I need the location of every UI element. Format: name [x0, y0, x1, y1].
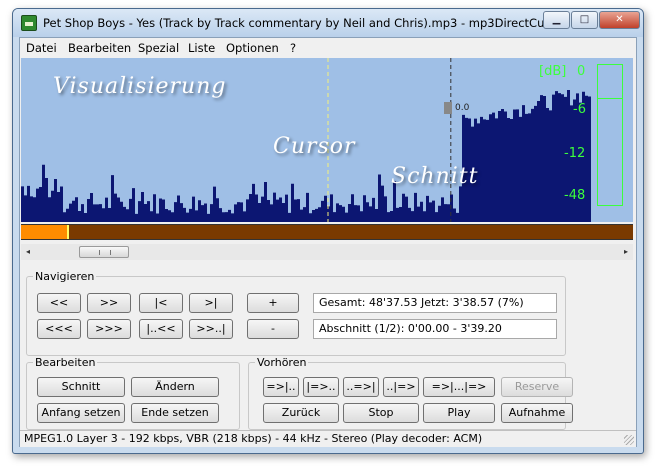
back-button[interactable]: Zurück: [263, 403, 339, 423]
seek-back-fast-button[interactable]: <<<: [37, 319, 81, 339]
db-tick-0: 0: [577, 64, 586, 79]
position-progress-bar[interactable]: [21, 224, 633, 240]
navigate-group-title: Navigieren: [33, 270, 97, 283]
cut-marker-icon[interactable]: [444, 102, 452, 114]
section-time-display: Abschnitt (1/2): 0'00.00 - 3'39.20: [313, 319, 557, 339]
cut-button[interactable]: Schnitt: [37, 377, 125, 397]
play-to-start-button[interactable]: =>|..: [263, 377, 299, 397]
play-from-end-button[interactable]: ..|=>: [383, 377, 419, 397]
cut-marker-value: 0.0: [455, 103, 470, 113]
set-start-button[interactable]: Anfang setzen: [37, 403, 125, 423]
edit-group: Bearbeiten Schnitt Ändern Anfang setzen …: [26, 356, 240, 430]
title-bar[interactable]: Pet Shop Boys - Yes (Track by Track comm…: [13, 9, 643, 37]
db-tick-6: -6: [573, 102, 586, 117]
menu-edit[interactable]: Bearbeiten: [68, 41, 131, 55]
go-section-end-button[interactable]: >>..|: [189, 319, 233, 339]
maximize-button[interactable]: □: [571, 11, 598, 29]
edit-group-title: Bearbeiten: [33, 356, 98, 369]
waveform-visualizer[interactable]: 0.0 Visualisierung Cursor Schnitt [dB] 0…: [21, 58, 633, 222]
prelisten-group: Vorhören =>|.. |=>.. ..=>| ..|=> =>|...|…: [248, 356, 573, 430]
menu-file[interactable]: Datei: [26, 41, 57, 55]
play-to-end-button[interactable]: ..=>|: [343, 377, 379, 397]
progress-position-marker: [66, 225, 69, 239]
horizontal-scrollbar[interactable]: ◂ ▸: [21, 244, 633, 260]
go-start-button[interactable]: |<: [139, 293, 183, 313]
total-time-display: Gesamt: 48'37.53 Jetzt: 3'38.57 (7%): [313, 293, 557, 313]
prelisten-group-title: Vorhören: [255, 356, 309, 369]
change-button[interactable]: Ändern: [131, 377, 219, 397]
menu-options[interactable]: Optionen: [226, 41, 279, 55]
minimize-button[interactable]: ▁: [543, 11, 570, 29]
scroll-left-icon[interactable]: ◂: [21, 245, 35, 259]
scroll-thumb[interactable]: [79, 246, 129, 258]
play-button[interactable]: Play: [423, 403, 495, 423]
db-header: [dB]: [539, 64, 567, 79]
db-tick-48: -48: [564, 188, 586, 203]
client-area: Datei Bearbeiten Spezial Liste Optionen …: [19, 37, 637, 447]
cursor-label: Cursor: [273, 134, 356, 159]
stop-button[interactable]: Stop: [343, 403, 419, 423]
menu-special[interactable]: Spezial: [138, 41, 179, 55]
level-meter: [597, 64, 623, 206]
play-across-cut-button[interactable]: =>|...|=>: [423, 377, 495, 397]
zoom-in-button[interactable]: +: [247, 293, 299, 313]
db-tick-12: -12: [564, 146, 586, 161]
set-end-button[interactable]: Ende setzen: [131, 403, 219, 423]
navigate-group: Navigieren << >> |< >| + <<< >>> |..<< >…: [26, 270, 566, 356]
window-title: Pet Shop Boys - Yes (Track by Track comm…: [43, 16, 549, 30]
menu-bar: Datei Bearbeiten Spezial Liste Optionen …: [20, 38, 636, 58]
go-end-button[interactable]: >|: [189, 293, 233, 313]
visualization-label: Visualisierung: [53, 74, 227, 99]
seek-forward-fast-button[interactable]: >>>: [87, 319, 131, 339]
close-button[interactable]: ✕: [599, 11, 640, 29]
progress-played: [21, 225, 68, 239]
menu-list[interactable]: Liste: [188, 41, 215, 55]
status-bar: MPEG1.0 Layer 3 - 192 kbps, VBR (218 kbp…: [20, 430, 636, 447]
reserve-button: Reserve: [501, 377, 573, 397]
menu-help[interactable]: ?: [290, 41, 296, 55]
app-icon: [21, 15, 37, 31]
record-button[interactable]: Aufnahme: [501, 403, 573, 423]
zoom-out-button[interactable]: -: [247, 319, 299, 339]
seek-back-button[interactable]: <<: [37, 293, 81, 313]
play-from-start-button[interactable]: |=>..: [303, 377, 339, 397]
status-text: MPEG1.0 Layer 3 - 192 kbps, VBR (218 kbp…: [24, 432, 483, 445]
seek-forward-button[interactable]: >>: [87, 293, 131, 313]
cut-label: Schnitt: [391, 164, 479, 189]
app-window: Pet Shop Boys - Yes (Track by Track comm…: [12, 8, 644, 454]
level-meter-divider: [597, 98, 623, 99]
scroll-right-icon[interactable]: ▸: [619, 245, 633, 259]
go-section-start-button[interactable]: |..<<: [139, 319, 183, 339]
resize-grip-icon[interactable]: [624, 435, 634, 445]
